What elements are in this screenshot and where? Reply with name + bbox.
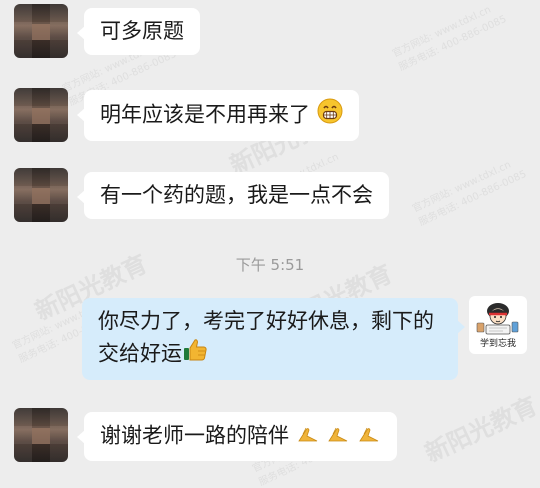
folded-hands-icon: [326, 420, 350, 453]
chat-window: 官方网站: www.tdxl.cn 服务电话: 400-886-0085 官方网…: [0, 0, 540, 488]
message-text: 谢谢老师一路的陪伴: [100, 423, 289, 448]
watermark-phone: 服务电话: 400-886-0085: [417, 168, 529, 229]
student-avatar[interactable]: [14, 88, 68, 142]
watermark: 新阳光教育: [418, 386, 540, 468]
message-text: 明年应该是不用再来了: [100, 102, 310, 127]
message-bubble[interactable]: 有一个药的题，我是一点不会: [77, 172, 389, 219]
teacher-avatar-caption: 学到忘我: [479, 339, 516, 349]
watermark: 官方网站: www.tdxl.cn 服务电话: 400-886-0085: [389, 0, 508, 73]
watermark-website: 官方网站: www.tdxl.cn: [390, 4, 493, 60]
message-bubble[interactable]: 你尽力了，考完了好好休息，剩下的交给好运: [82, 298, 465, 380]
folded-hands-icon: [357, 420, 381, 453]
watermark-phone: 服务电话: 400-886-0085: [397, 13, 509, 74]
message-timestamp: 下午 5:51: [235, 256, 305, 274]
message-text: 有一个药的题，我是一点不会: [100, 183, 373, 207]
message-bubble[interactable]: 谢谢老师一路的陪伴: [76, 412, 398, 461]
watermark-brand: 新阳光教育: [420, 391, 540, 468]
message-text: 你尽力了，考完了好好休息，剩下的交给好运: [98, 309, 434, 366]
student-avatar[interactable]: [14, 168, 68, 222]
student-avatar[interactable]: [14, 4, 68, 58]
watermark: 官方网站: www.tdxl.cn 服务电话: 400-886-0085: [409, 152, 529, 229]
thumbs-up-icon: [182, 337, 208, 372]
teacher-avatar[interactable]: 学到忘我: [469, 296, 527, 354]
student-avatar[interactable]: [14, 408, 68, 462]
watermark-website: 官方网站: www.tdxl.cn: [410, 159, 513, 215]
message-text: 可多原题: [100, 19, 184, 43]
message-bubble[interactable]: 明年应该是不用再来了: [77, 90, 359, 141]
message-bubble[interactable]: 可多原题: [77, 8, 200, 55]
grinning-face-icon: [317, 98, 343, 133]
folded-hands-icon: [296, 420, 320, 453]
